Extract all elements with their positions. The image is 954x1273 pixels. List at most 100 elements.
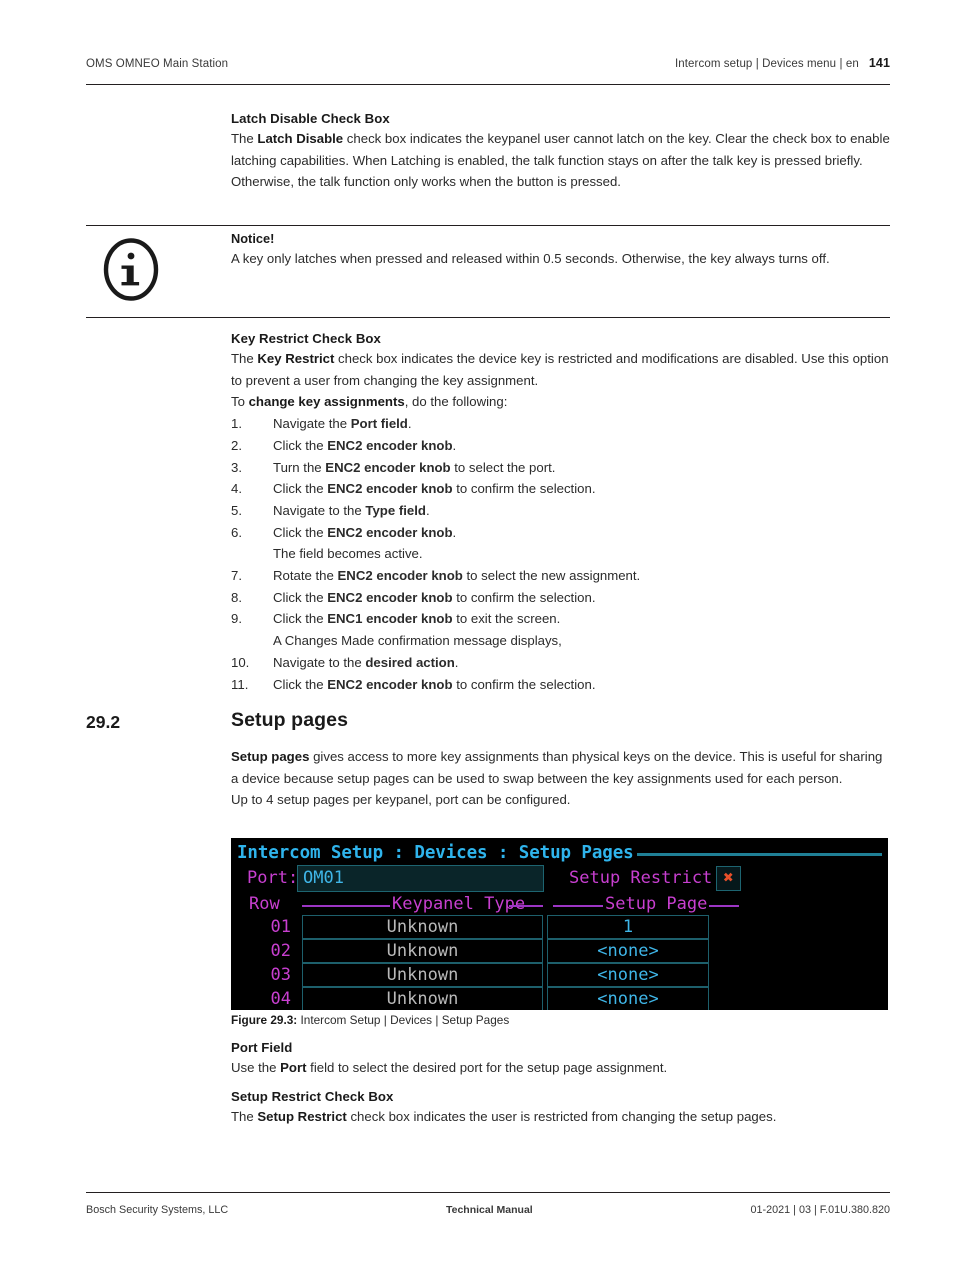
sr-body-post: check box indicates the user is restrict… xyxy=(346,1109,777,1124)
keypanel-type-cell[interactable]: Unknown xyxy=(302,939,543,963)
setup-pages-table: 01 Unknown 1 02 Unknown <none> 03 Unknown <none>… xyxy=(231,915,888,1010)
step-text-bold: ENC2 encoder knob xyxy=(327,524,453,540)
setup-pages-body-2: Up to 4 setup pages per keypanel, port c… xyxy=(231,792,571,808)
keypanel-type-cell[interactable]: Unknown xyxy=(302,963,543,987)
step-text-post: . xyxy=(407,416,412,432)
row-number: 04 xyxy=(270,989,291,1009)
step-text-post: . xyxy=(454,654,459,670)
port-value: OM01 xyxy=(303,868,344,888)
step-text-post: . xyxy=(452,437,457,453)
section-title: Setup pages xyxy=(231,709,349,731)
notice-bottom-divider xyxy=(86,317,890,318)
step-number: 11. xyxy=(231,676,249,692)
step-text-pre: Navigate to the xyxy=(273,654,366,670)
setup-page-cell[interactable]: <none> xyxy=(547,963,709,987)
port-field-body: Use the Port field to select the desired… xyxy=(231,1057,890,1079)
step-number: 5. xyxy=(231,502,242,518)
step-item: 4. Click the ENC2 encoder knob to confirm… xyxy=(231,478,890,500)
step-text-post: to confirm the selection. xyxy=(452,589,596,605)
step-text-bold: Port field xyxy=(350,416,408,432)
checkbox-x-icon: ✖ xyxy=(723,868,734,888)
latch-disable-body: The Latch Disable check box indicates th… xyxy=(231,128,890,193)
step-text-bold: ENC2 encoder knob xyxy=(327,676,453,692)
setup-pages-body: Setup pages gives access to more key ass… xyxy=(231,746,890,789)
breadcrumb: Intercom setup | Devices menu | en xyxy=(674,58,859,70)
key-restrict-intro: To change key assignments, do the follow… xyxy=(231,391,890,413)
port-field-section: Port Field Use the Port field to select … xyxy=(231,1040,890,1079)
step-number: 8. xyxy=(231,589,242,605)
step-text-pre: Click the xyxy=(273,437,328,453)
step-number: 3. xyxy=(231,459,242,475)
header-dash-right xyxy=(709,905,739,907)
device-screen-figure: Intercom Setup : Devices : Setup Pages P… xyxy=(231,838,888,1010)
table-row: 04 Unknown <none> xyxy=(231,987,888,1010)
keypanel-type-cell[interactable]: Unknown xyxy=(302,915,543,939)
step-number: 4. xyxy=(231,481,242,497)
notice-top-divider xyxy=(86,225,890,226)
table-row: 02 Unknown <none> xyxy=(231,939,888,963)
step-text-pre: Click the xyxy=(273,676,328,692)
step-text-bold: ENC2 encoder knob xyxy=(327,589,453,605)
header-right-group: Intercom setup | Devices menu | en 141 xyxy=(675,56,890,70)
figure-caption: Figure 29.3: Intercom Setup | Devices | … xyxy=(231,1013,509,1027)
footer-divider xyxy=(86,1192,890,1194)
step-text-pre: Click the xyxy=(273,589,328,605)
footer-company: Bosch Security Systems, LLC xyxy=(86,1204,229,1216)
row-number: 03 xyxy=(270,965,291,985)
device-screen-column-headers: Row Keypanel Type Setup Page xyxy=(231,893,888,915)
figure-caption-text: Intercom Setup | Devices | Setup Pages xyxy=(297,1013,510,1027)
device-screen-port-row: Port: OM01 Setup Restrict: ✖ xyxy=(231,865,888,893)
kr-body-pre: The xyxy=(231,351,258,366)
step-number: 10. xyxy=(231,654,250,670)
step-text-pre: Navigate to the xyxy=(273,502,366,518)
notice-title: Notice! xyxy=(231,231,275,246)
pf-body-post: field to select the desired port for the… xyxy=(306,1060,668,1075)
key-restrict-body: The Key Restrict check box indicates the… xyxy=(231,348,890,391)
setup-page-cell[interactable]: 1 xyxy=(547,915,709,939)
step-text-bold: ENC2 encoder knob xyxy=(325,459,451,475)
latch-disable-section: Latch Disable Check Box The Latch Disabl… xyxy=(231,111,890,193)
footer-doc-type: Technical Manual xyxy=(445,1204,533,1216)
step-item: 7. Rotate the ENC2 encoder knob to select… xyxy=(231,565,890,587)
keypanel-type-cell[interactable]: Unknown xyxy=(302,987,543,1010)
step-text-bold: ENC2 encoder knob xyxy=(327,437,453,453)
table-row: 01 Unknown 1 xyxy=(231,915,888,939)
setup-page-cell[interactable]: <none> xyxy=(547,939,709,963)
step-item: 11. Click the ENC2 encoder knob to confir… xyxy=(231,674,890,696)
step-text-pre: A Changes Made confirmation message disp… xyxy=(273,633,562,649)
step-text-post: to select the port. xyxy=(450,459,556,475)
key-assignment-steps: 1. Navigate the Port field. 2. Click the EN… xyxy=(231,413,890,695)
step-text-post: . xyxy=(425,502,430,518)
step-text-pre: The field becomes active. xyxy=(273,546,423,562)
step-item: 6. Click the ENC2 encoder knob. xyxy=(231,522,890,544)
step-item: 1. Navigate the Port field. xyxy=(231,413,890,435)
step-number: 6. xyxy=(231,524,242,540)
title-underline xyxy=(636,852,882,856)
column-header-row: Row xyxy=(249,894,280,914)
latch-body-bold: Latch Disable xyxy=(257,131,344,146)
row-number: 01 xyxy=(270,917,291,937)
step-number: 9. xyxy=(231,611,242,627)
step-text-pre: Navigate the xyxy=(273,416,351,432)
step-number: 7. xyxy=(231,568,242,584)
row-number: 02 xyxy=(270,941,291,961)
step-item: 9. Click the ENC1 encoder knob to exit th… xyxy=(231,608,890,630)
header-product-name: OMS OMNEO Main Station xyxy=(86,58,229,70)
sp-body-bold: Setup pages xyxy=(231,749,310,764)
port-input-field[interactable]: OM01 xyxy=(297,865,544,892)
header-dash-mid2 xyxy=(553,905,603,907)
setup-restrict-checkbox[interactable]: ✖ xyxy=(716,866,741,891)
device-screen-titlebar: Intercom Setup : Devices : Setup Pages xyxy=(237,842,882,863)
step-text-bold: Type field xyxy=(365,502,426,518)
table-row: 03 Unknown <none> xyxy=(231,963,888,987)
setup-restrict-section: Setup Restrict Check Box The Setup Restr… xyxy=(231,1089,890,1128)
step-text-bold: ENC1 encoder knob xyxy=(327,611,453,627)
setup-restrict-body: The Setup Restrict check box indicates t… xyxy=(231,1106,890,1128)
header-dash-left xyxy=(302,905,390,907)
setup-restrict-label: Setup Restrict: xyxy=(569,868,723,888)
step-text-pre: Turn the xyxy=(273,459,326,475)
step-text-pre: Click the xyxy=(273,481,328,497)
figure-caption-label: Figure 29.3: xyxy=(231,1013,298,1027)
step-item: 10. Navigate to the desired action. xyxy=(231,652,890,674)
setup-page-cell[interactable]: <none> xyxy=(547,987,709,1010)
